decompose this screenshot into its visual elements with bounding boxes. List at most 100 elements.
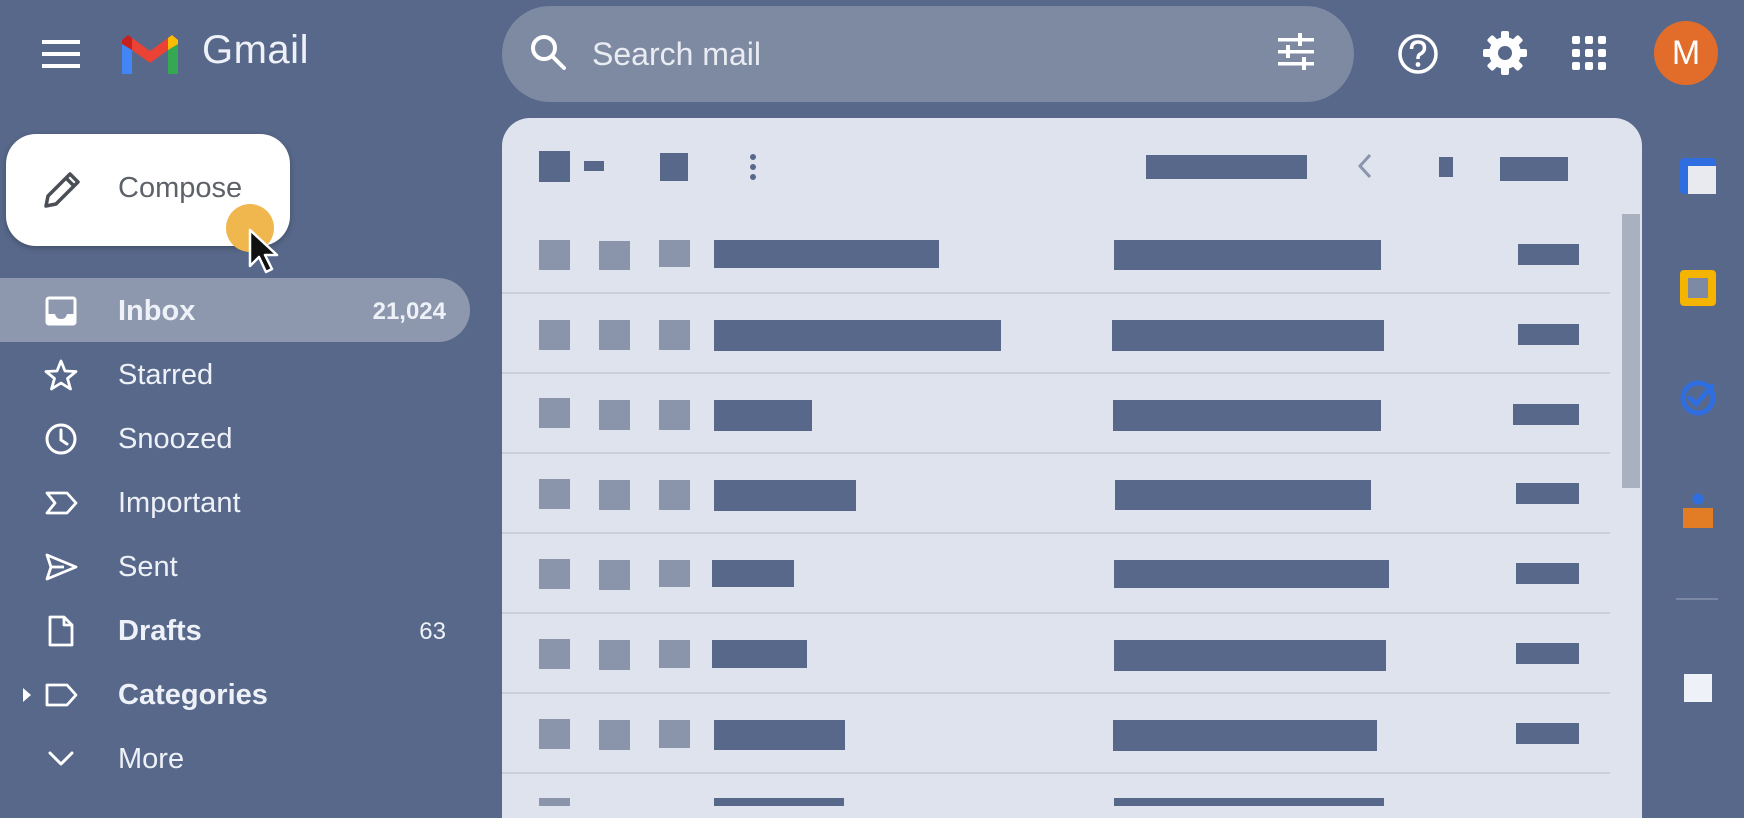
calendar-icon[interactable] [1678, 156, 1718, 196]
keep-icon[interactable] [1678, 268, 1718, 308]
pagination-text-placeholder [1146, 155, 1307, 179]
compose-label: Compose [118, 172, 243, 204]
important-icon [45, 491, 78, 515]
date-placeholder [1516, 483, 1579, 504]
row-divider [502, 772, 1610, 774]
important-icon[interactable] [659, 240, 690, 267]
nav-label: Sent [118, 551, 178, 583]
cursor-icon [248, 228, 279, 274]
sender-placeholder[interactable] [714, 320, 1001, 351]
row-divider [502, 532, 1610, 534]
date-placeholder [1516, 643, 1579, 664]
sidebar-item-important[interactable]: Important [0, 470, 470, 534]
star-icon [44, 359, 78, 391]
nav-label: Starred [118, 359, 214, 391]
star-icon[interactable] [599, 560, 630, 590]
subject-placeholder[interactable] [1114, 640, 1386, 671]
tasks-icon[interactable] [1678, 378, 1718, 418]
mail-list-panel [502, 118, 1642, 818]
subject-placeholder[interactable] [1114, 560, 1389, 588]
row-checkbox[interactable] [539, 559, 570, 589]
sender-placeholder[interactable] [714, 798, 844, 806]
sender-placeholder[interactable] [712, 640, 807, 668]
rail-divider [1676, 598, 1718, 600]
gear-icon[interactable] [1482, 30, 1528, 76]
draft-icon [48, 615, 74, 647]
sidebar-item-drafts[interactable]: Drafts 63 [0, 598, 470, 662]
row-divider [502, 372, 1610, 374]
label-icon [45, 683, 78, 707]
nav-label: Drafts [118, 615, 202, 647]
search-icon[interactable] [528, 32, 568, 72]
help-icon[interactable] [1396, 32, 1440, 76]
subject-placeholder[interactable] [1114, 798, 1384, 806]
input-tools-placeholder[interactable] [1500, 157, 1568, 181]
important-icon[interactable] [659, 480, 690, 510]
row-checkbox[interactable] [539, 320, 570, 350]
nav-label: More [118, 743, 185, 775]
date-placeholder [1518, 324, 1579, 345]
add-icon[interactable] [1682, 672, 1714, 704]
inbox-icon [45, 296, 77, 326]
refresh-icon[interactable] [660, 153, 688, 181]
important-icon[interactable] [659, 640, 690, 668]
sidebar-item-categories[interactable]: Categories [0, 662, 470, 726]
apps-icon[interactable] [1570, 34, 1608, 72]
subject-placeholder[interactable] [1114, 240, 1381, 270]
sidebar-item-sent[interactable]: Sent [0, 534, 470, 598]
tune-icon[interactable] [1274, 30, 1318, 74]
sidebar-item-snoozed[interactable]: Snoozed [0, 406, 470, 470]
avatar[interactable]: M [1654, 21, 1718, 85]
sidebar-item-inbox[interactable]: Inbox 21,024 [0, 278, 470, 342]
subject-placeholder[interactable] [1113, 400, 1381, 431]
star-icon[interactable] [599, 241, 630, 270]
row-divider [502, 612, 1610, 614]
star-icon[interactable] [599, 480, 630, 510]
star-icon[interactable] [599, 400, 630, 430]
nav-label: Categories [118, 679, 268, 711]
gmail-logo-icon[interactable] [118, 30, 182, 78]
expand-arrow-icon[interactable] [20, 686, 34, 704]
subject-placeholder[interactable] [1113, 720, 1377, 751]
date-placeholder [1516, 723, 1579, 744]
more-vert-icon[interactable] [744, 151, 762, 183]
contacts-icon[interactable] [1678, 490, 1718, 530]
date-placeholder [1513, 404, 1579, 425]
chevron-right-icon[interactable] [1439, 157, 1453, 177]
date-placeholder [1516, 563, 1579, 584]
row-checkbox[interactable] [539, 719, 570, 749]
important-icon[interactable] [659, 560, 690, 587]
subject-placeholder[interactable] [1115, 480, 1371, 510]
clock-icon [45, 423, 77, 455]
select-dropdown-icon[interactable] [584, 161, 604, 171]
scrollbar[interactable] [1622, 214, 1640, 488]
sidebar-item-more[interactable]: More [0, 726, 470, 790]
star-icon[interactable] [599, 640, 630, 670]
menu-icon[interactable] [40, 36, 82, 72]
important-icon[interactable] [659, 400, 690, 430]
sender-placeholder[interactable] [714, 480, 856, 511]
row-checkbox[interactable] [539, 639, 570, 669]
row-checkbox[interactable] [539, 479, 570, 509]
row-checkbox[interactable] [539, 798, 570, 806]
unread-count: 21,024 [372, 298, 446, 325]
row-divider [502, 692, 1610, 694]
sender-placeholder[interactable] [714, 240, 939, 268]
chevron-left-icon[interactable] [1356, 152, 1374, 180]
sidebar-item-starred[interactable]: Starred [0, 342, 470, 406]
search-input[interactable] [590, 28, 1214, 80]
row-checkbox[interactable] [539, 398, 570, 428]
star-icon[interactable] [599, 720, 630, 750]
sender-placeholder[interactable] [714, 720, 845, 750]
row-checkbox[interactable] [539, 240, 570, 270]
nav-label: Inbox [118, 295, 196, 327]
draft-count: 63 [419, 618, 446, 645]
app-name: Gmail [202, 28, 309, 72]
sender-placeholder[interactable] [714, 400, 812, 431]
select-all-checkbox[interactable] [539, 151, 570, 182]
subject-placeholder[interactable] [1112, 320, 1384, 351]
important-icon[interactable] [659, 320, 690, 350]
star-icon[interactable] [599, 320, 630, 350]
sender-placeholder[interactable] [712, 560, 794, 587]
important-icon[interactable] [659, 720, 690, 748]
